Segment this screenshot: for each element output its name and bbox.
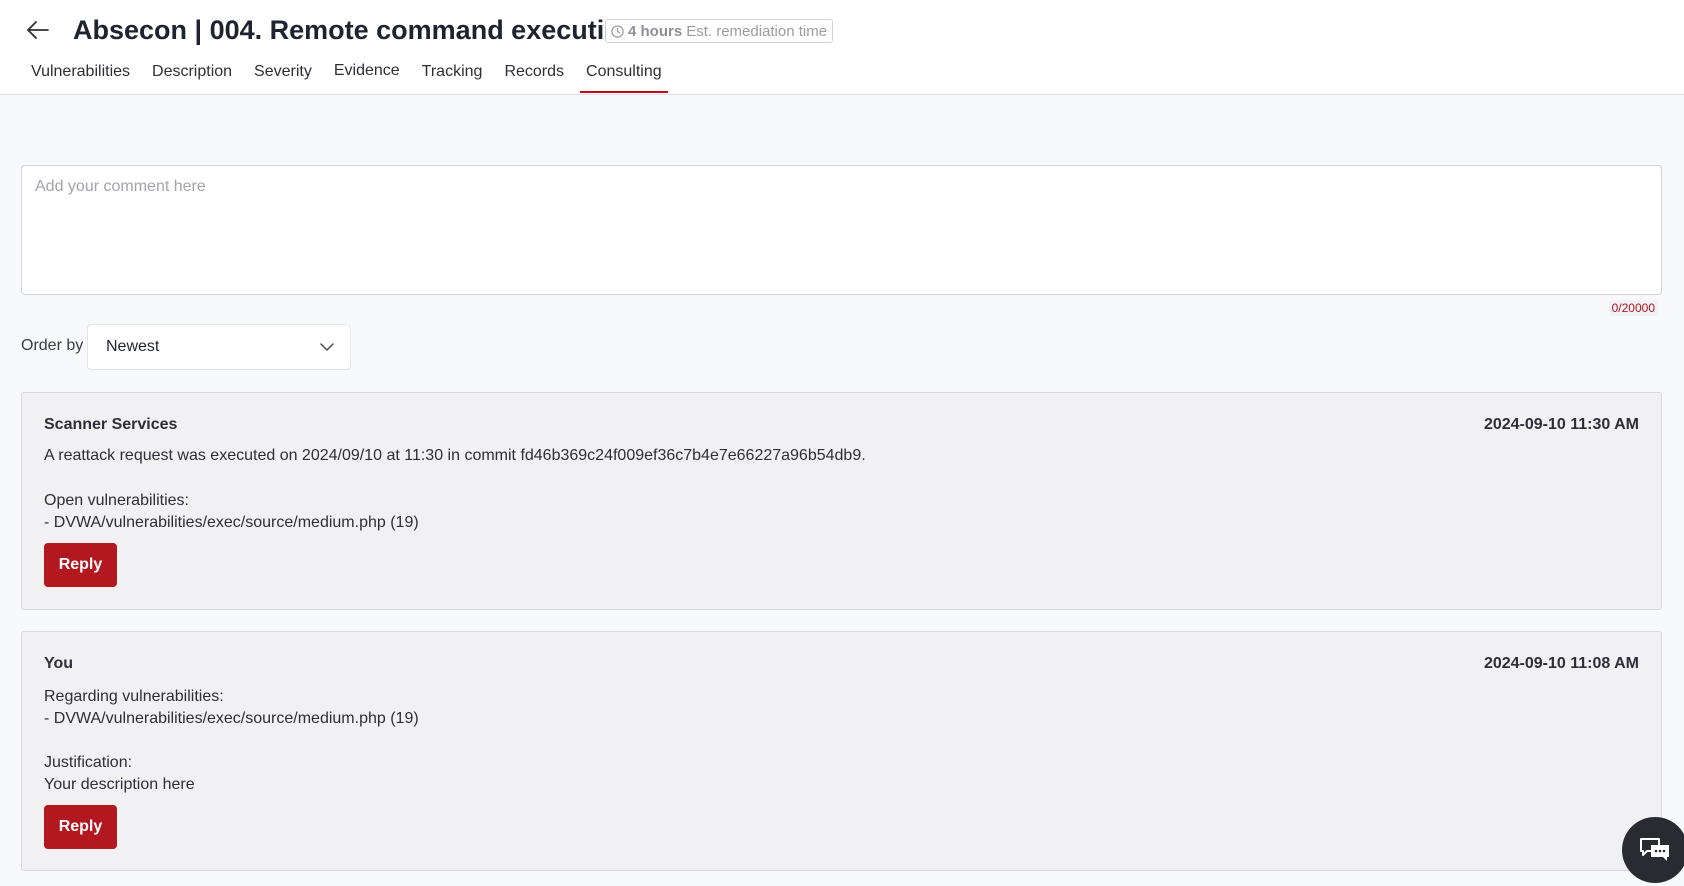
tab-description[interactable]: Description (146, 55, 238, 94)
comment-date: 2024-09-10 11:30 AM (1483, 416, 1639, 433)
chat-button[interactable] (1622, 817, 1684, 883)
tab-vulnerabilities[interactable]: Vulnerabilities (25, 55, 136, 94)
arrow-left-icon (27, 21, 49, 39)
order-by-select[interactable]: Newest (87, 324, 351, 370)
remediation-time-label: Est. remediation time (686, 22, 828, 40)
tab-records[interactable]: Records (498, 55, 570, 94)
comment-text: Justification: (44, 754, 133, 771)
tab-evidence[interactable]: Evidence (328, 55, 406, 94)
chevron-down-icon (320, 343, 334, 351)
tab-tracking[interactable]: Tracking (416, 55, 489, 94)
tab-consulting[interactable]: Consulting (580, 55, 668, 94)
order-by-selected: Newest (106, 338, 160, 355)
remediation-time-badge: 4 hours Est. remediation time (605, 19, 834, 43)
comment-card: You 2024-09-10 11:08 AM Regarding vulner… (21, 631, 1662, 871)
char-counter: 0/20000 (1608, 300, 1658, 316)
page-title: Absecon | 004. Remote command execution (73, 15, 638, 45)
chat-bubbles-icon (1640, 838, 1669, 861)
comment-author: Scanner Services (44, 416, 178, 433)
comment-date: 2024-09-10 11:08 AM (1483, 655, 1639, 672)
comment-text: - DVWA/vulnerabilities/exec/source/mediu… (44, 710, 419, 727)
reply-button[interactable]: Reply (44, 805, 117, 849)
clock-icon (611, 24, 624, 38)
back-button[interactable] (24, 16, 52, 44)
remediation-time-value: 4 hours (628, 22, 683, 40)
tab-severity[interactable]: Severity (248, 55, 318, 94)
comment-text: Open vulnerabilities: (44, 492, 189, 509)
comment-input[interactable] (22, 166, 1661, 294)
order-by-label: Order by (21, 337, 84, 354)
comment-text: Your description here (44, 776, 195, 793)
reply-button[interactable]: Reply (44, 543, 117, 587)
comment-text: A reattack request was executed on 2024/… (44, 447, 866, 464)
page-header: Absecon | 004. Remote command execution … (0, 0, 1684, 95)
comment-text: - DVWA/vulnerabilities/exec/source/mediu… (44, 514, 419, 531)
comment-box (21, 165, 1662, 295)
comment-text: Regarding vulnerabilities: (44, 688, 224, 705)
comment-author: You (44, 655, 74, 672)
tab-bar: Vulnerabilities Description Severity Evi… (25, 55, 678, 94)
comment-card: Scanner Services 2024-09-10 11:30 AM A r… (21, 392, 1662, 610)
